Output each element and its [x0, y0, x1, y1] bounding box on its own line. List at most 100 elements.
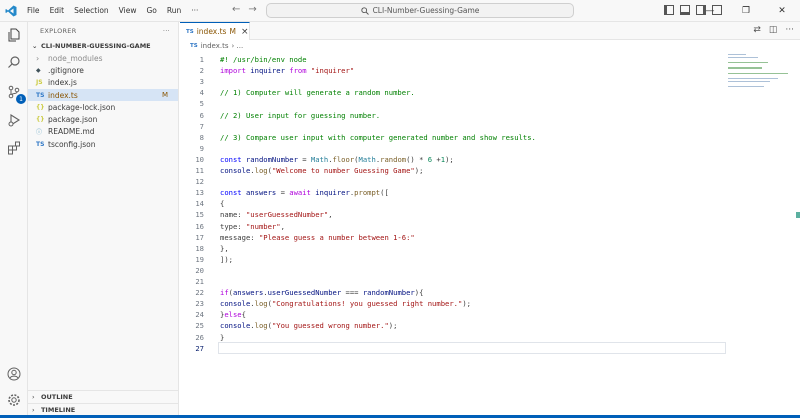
close-icon[interactable]: × — [241, 27, 249, 37]
activity-bar: 1 — [0, 22, 28, 418]
code-line[interactable]: 27 — [180, 341, 728, 354]
line-number: 19 — [195, 254, 204, 264]
chevron-down-icon: ⌄ — [32, 42, 38, 50]
line-text: #! /usr/bin/env node — [220, 55, 307, 65]
line-number: 3 — [199, 77, 204, 87]
code-line[interactable]: 22 if(answers.userGuessedNumber === rando… — [180, 287, 728, 298]
menu-run[interactable]: Run — [162, 6, 186, 15]
file-item-index-js[interactable]: JS index.js — [28, 77, 178, 89]
scrollbar-marker[interactable] — [796, 212, 800, 218]
outline-panel-header[interactable]: › OUTLINE — [28, 390, 179, 402]
menu-file[interactable]: File — [22, 6, 45, 15]
code-editor[interactable]: 1 #! /usr/bin/env node 2 import inquirer fr… — [180, 54, 728, 354]
explorer-header: EXPLORER ··· — [28, 22, 178, 40]
line-text: console.log("Congratulations! you guesse… — [220, 299, 471, 309]
git-file-icon: ◆ — [36, 66, 41, 74]
explorer-title: EXPLORER — [40, 27, 77, 35]
command-center-search[interactable]: CLI-Number-Guessing-Game — [266, 3, 574, 18]
file-item-node-modules[interactable]: › node_modules — [28, 52, 178, 64]
code-line[interactable]: 2 import inquirer from "inquirer" — [180, 65, 728, 76]
menu-more[interactable]: ··· — [186, 6, 203, 15]
timeline-panel-header[interactable]: › TIMELINE — [28, 403, 179, 415]
code-line[interactable]: 13 const answers = await inquirer.prompt(… — [180, 187, 728, 198]
file-item-package-json[interactable]: {} package.json — [28, 113, 178, 125]
line-number: 16 — [195, 221, 204, 231]
code-line[interactable]: 8 // 3) Compare user input with computer … — [180, 132, 728, 143]
explorer-icon[interactable] — [4, 25, 24, 45]
code-line[interactable]: 10 const randomNumber = Math.floor(Math.r… — [180, 154, 728, 165]
extensions-icon[interactable] — [4, 138, 24, 158]
code-line[interactable]: 21 — [180, 276, 728, 287]
menu-go[interactable]: Go — [141, 6, 161, 15]
restore-icon[interactable]: ❐ — [728, 6, 764, 16]
more-actions-icon[interactable]: ··· — [785, 25, 794, 35]
file-item-index-ts[interactable]: TS index.ts M — [28, 88, 178, 102]
line-text: type: "number", — [220, 221, 285, 231]
code-line[interactable]: 11 console.log("Welcome to number Guessin… — [180, 165, 728, 176]
file-item-package-lock-json[interactable]: {} package-lock.json — [28, 101, 178, 113]
line-text: }else{ — [220, 310, 246, 320]
code-line[interactable]: 14 { — [180, 198, 728, 209]
window-controls: — ❐ ✕ — [692, 0, 800, 22]
code-line[interactable]: 3 — [180, 76, 728, 87]
code-line[interactable]: 16 type: "number", — [180, 221, 728, 232]
run-debug-icon[interactable] — [4, 110, 24, 130]
navigation-buttons: ← → — [232, 4, 257, 15]
file-item-tsconfig-json[interactable]: TS tsconfig.json — [28, 138, 178, 150]
compare-changes-icon[interactable]: ⇄ — [753, 25, 761, 35]
file-name: index.js — [48, 78, 77, 88]
code-line[interactable]: 24}else{ — [180, 309, 728, 320]
minimap[interactable] — [728, 54, 790, 94]
line-number: 21 — [195, 277, 204, 287]
line-number: 4 — [199, 88, 204, 98]
editor-actions: ⇄ ◫ ··· — [753, 25, 794, 35]
source-control-icon[interactable]: 1 — [4, 82, 26, 104]
forward-arrow-icon[interactable]: → — [248, 4, 256, 15]
line-text: { — [220, 199, 225, 209]
gear-icon[interactable] — [4, 390, 24, 410]
more-actions-button[interactable]: ··· — [163, 27, 170, 35]
code-line[interactable]: 9 — [180, 143, 728, 154]
json-file-icon: {} — [36, 103, 45, 111]
breadcrumb-file[interactable]: index.ts — [201, 42, 229, 50]
toggle-panel-icon[interactable] — [680, 5, 690, 15]
code-line[interactable]: 6 // 2) User input for guessing number. — [180, 110, 728, 121]
line-text: console.log("Welcome to number Guessing … — [220, 166, 424, 176]
back-arrow-icon[interactable]: ← — [232, 4, 240, 15]
minimize-icon[interactable]: — — [692, 6, 728, 16]
code-line[interactable]: 1 #! /usr/bin/env node — [180, 54, 728, 65]
menu-selection[interactable]: Selection — [69, 6, 114, 15]
menu-edit[interactable]: Edit — [45, 6, 70, 15]
line-number: 10 — [195, 154, 204, 164]
code-line[interactable]: 20 — [180, 265, 728, 276]
code-line[interactable]: 25 console.log("You guessed wrong number.… — [180, 320, 728, 331]
tab-index-ts[interactable]: TS index.ts M × — [180, 22, 250, 40]
code-line[interactable]: 12 — [180, 176, 728, 187]
line-text: name: "userGuessedNumber", — [220, 210, 333, 220]
breadcrumb-rest[interactable]: › ... — [232, 42, 244, 50]
close-window-icon[interactable]: ✕ — [764, 6, 800, 16]
search-icon[interactable] — [4, 52, 24, 72]
file-item-readme-md[interactable]: ⓘ README.md — [28, 126, 178, 138]
split-editor-icon[interactable]: ◫ — [769, 25, 778, 35]
menu-view[interactable]: View — [114, 6, 142, 15]
code-line[interactable]: 18}, — [180, 243, 728, 254]
account-icon[interactable] — [4, 364, 24, 384]
toggle-primary-sidebar-icon[interactable] — [664, 5, 674, 15]
breadcrumb: TS index.ts › ... — [180, 40, 243, 52]
code-line[interactable]: 4 // 1) Computer will generate a random n… — [180, 87, 728, 98]
line-text: import inquirer from "inquirer" — [220, 66, 355, 76]
code-line[interactable]: 7 — [180, 121, 728, 132]
code-line[interactable]: 19]); — [180, 254, 728, 265]
code-line[interactable]: 15 name: "userGuessedNumber", — [180, 209, 728, 220]
line-number: 17 — [195, 232, 204, 242]
line-text: // 2) User input for guessing number. — [220, 110, 381, 120]
code-line[interactable]: 5 — [180, 98, 728, 109]
file-name: README.md — [48, 127, 95, 137]
file-item-gitignore[interactable]: ◆ .gitignore — [28, 64, 178, 76]
code-line[interactable]: 23 console.log("Congratulations! you gues… — [180, 298, 728, 309]
workspace-folder[interactable]: ⌄ CLI-NUMBER-GUESSING-GAME — [28, 40, 178, 52]
menu-bar: File Edit Selection View Go Run ··· — [22, 6, 203, 15]
scm-badge: 1 — [16, 94, 26, 104]
code-line[interactable]: 17 message: "Please guess a number betwee… — [180, 232, 728, 243]
